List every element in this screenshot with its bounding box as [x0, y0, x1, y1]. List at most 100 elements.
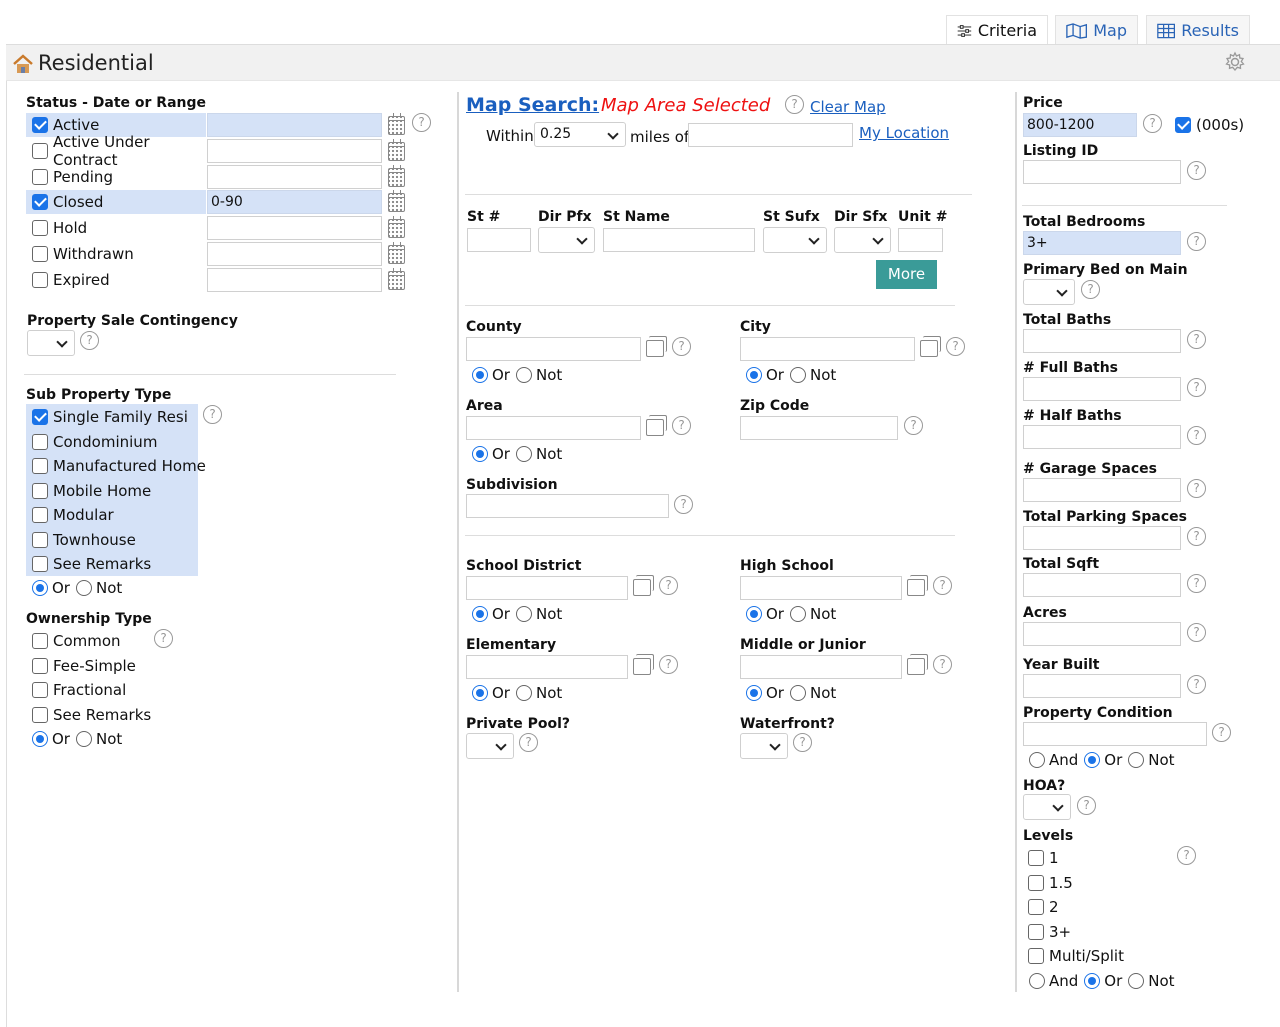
status-option[interactable]: Expired [26, 268, 206, 292]
bedrooms-input[interactable]: 3+ [1023, 231, 1181, 255]
radio-not[interactable] [515, 367, 532, 383]
calendar-icon[interactable] [388, 139, 405, 161]
calendar-icon[interactable] [388, 165, 405, 187]
st-num-input[interactable] [467, 228, 531, 252]
help-icon[interactable]: ? [1187, 232, 1206, 251]
checkbox[interactable] [32, 169, 48, 185]
level-option[interactable]: 3+ [1022, 920, 1071, 944]
radio-not[interactable] [75, 580, 92, 596]
help-icon[interactable]: ? [1187, 330, 1206, 349]
radio-or[interactable] [746, 606, 762, 622]
multi-select-icon[interactable] [646, 336, 667, 357]
location-input[interactable] [688, 123, 853, 147]
status-option[interactable]: Hold [26, 216, 206, 240]
status-date-input[interactable] [207, 242, 382, 266]
parking-input[interactable] [1023, 526, 1181, 550]
listing-id-input[interactable] [1023, 160, 1181, 184]
checkbox[interactable] [32, 706, 48, 723]
calendar-icon[interactable] [388, 242, 405, 264]
acres-input[interactable] [1023, 622, 1181, 646]
high-school-input[interactable] [740, 576, 902, 600]
waterfront-select[interactable] [740, 733, 788, 759]
radio-not[interactable] [515, 606, 532, 622]
sub-type-option[interactable]: Townhouse [26, 528, 136, 552]
hoa-select[interactable] [1023, 794, 1071, 820]
radio-not[interactable] [789, 606, 806, 622]
checkbox[interactable] [32, 633, 48, 649]
checkbox[interactable] [32, 531, 48, 548]
calendar-icon[interactable] [388, 190, 405, 212]
ownership-option[interactable]: Fractional [26, 678, 126, 702]
tab-map[interactable]: Map [1055, 15, 1138, 45]
radio-not[interactable] [515, 446, 532, 462]
checkbox[interactable] [32, 657, 48, 674]
help-icon[interactable]: ? [659, 576, 678, 595]
help-icon[interactable]: ? [1187, 161, 1206, 180]
status-option[interactable]: Pending [26, 165, 206, 189]
sub-type-option[interactable]: Single Family Resi [26, 405, 188, 429]
radio-or[interactable] [32, 731, 48, 747]
radio-not[interactable] [1128, 752, 1145, 768]
help-icon[interactable]: ? [1187, 675, 1206, 694]
radio-and[interactable] [1029, 752, 1045, 768]
gear-icon[interactable] [1224, 51, 1246, 73]
help-icon[interactable]: ? [1081, 280, 1100, 299]
checkbox[interactable] [32, 194, 48, 210]
contingency-select[interactable] [27, 330, 75, 356]
checkbox[interactable] [1028, 948, 1044, 964]
checkbox[interactable] [32, 143, 48, 159]
calendar-icon[interactable] [388, 113, 405, 135]
miles-select[interactable]: 0.25 [534, 122, 626, 147]
help-icon[interactable]: ? [672, 416, 691, 435]
help-icon[interactable]: ? [946, 337, 965, 356]
status-option[interactable]: Closed [26, 190, 206, 214]
dir-sfx-select[interactable] [834, 227, 891, 253]
help-icon[interactable]: ? [1077, 796, 1096, 815]
sub-type-option[interactable]: See Remarks [26, 552, 151, 576]
checkbox[interactable] [32, 482, 48, 499]
checkbox[interactable] [1028, 923, 1044, 940]
zip-input[interactable] [740, 416, 898, 440]
checkbox[interactable] [32, 458, 48, 474]
help-icon[interactable]: ? [519, 733, 538, 752]
radio-or[interactable] [472, 367, 488, 383]
radio-or[interactable] [1084, 752, 1101, 768]
help-icon[interactable]: ? [904, 416, 923, 435]
help-icon[interactable]: ? [659, 655, 678, 674]
sub-type-option[interactable]: Manufactured Home [26, 454, 206, 478]
level-option[interactable]: 1.5 [1022, 871, 1073, 895]
status-option[interactable]: Active Under Contract [26, 133, 206, 169]
help-icon[interactable]: ? [933, 576, 952, 595]
sqft-input[interactable] [1023, 573, 1181, 597]
st-sufx-select[interactable] [763, 227, 827, 253]
radio-not[interactable] [75, 731, 92, 747]
help-icon[interactable]: ? [1187, 378, 1206, 397]
help-icon[interactable]: ? [1187, 623, 1206, 642]
help-icon[interactable]: ? [1143, 114, 1162, 133]
checkbox[interactable] [1028, 899, 1044, 915]
county-input[interactable] [466, 337, 641, 361]
radio-or[interactable] [746, 367, 762, 383]
checkbox[interactable] [32, 220, 48, 236]
radio-not[interactable] [515, 685, 532, 701]
help-icon[interactable]: ? [1212, 723, 1231, 742]
checkbox[interactable] [32, 507, 48, 523]
school-district-input[interactable] [466, 576, 628, 600]
multi-select-icon[interactable] [646, 415, 667, 436]
ownership-option[interactable]: Fee-Simple [26, 654, 136, 678]
level-option[interactable]: 1 [1022, 846, 1059, 870]
status-date-input[interactable] [207, 139, 382, 163]
help-icon[interactable]: ? [154, 629, 173, 648]
thousands-checkbox[interactable]: (000s) [1169, 113, 1244, 137]
level-option[interactable]: Multi/Split [1022, 944, 1124, 968]
help-icon[interactable]: ? [1187, 574, 1206, 593]
multi-select-icon[interactable] [907, 654, 928, 675]
help-icon[interactable]: ? [1187, 426, 1206, 445]
pool-select[interactable] [466, 733, 514, 759]
multi-select-icon[interactable] [907, 575, 928, 596]
unit-input[interactable] [898, 228, 943, 252]
full-baths-input[interactable] [1023, 377, 1181, 401]
level-option[interactable]: 2 [1022, 895, 1059, 919]
st-name-input[interactable] [603, 228, 755, 252]
checkbox[interactable] [32, 433, 48, 450]
